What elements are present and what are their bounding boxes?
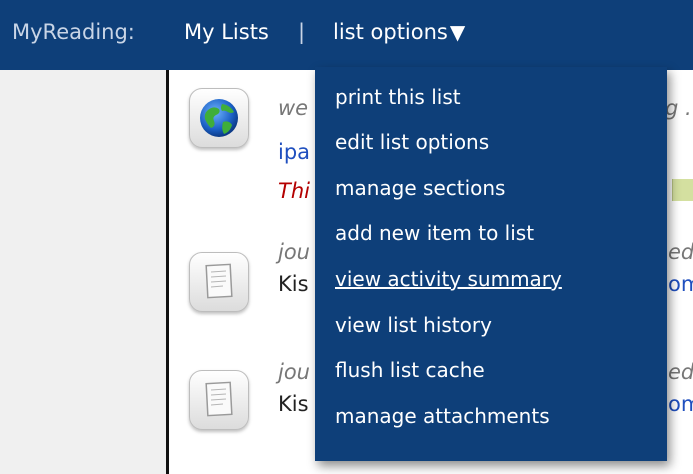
brand-label: MyReading: <box>12 20 135 44</box>
list-options-menu: print this list edit list options manage… <box>315 67 667 461</box>
item-link[interactable]: om <box>668 392 693 416</box>
item-note-text: Thi <box>278 179 310 203</box>
pencil-icon[interactable] <box>672 179 693 201</box>
menu-item-manage-sections[interactable]: manage sections <box>335 176 505 200</box>
menu-item-print-list[interactable]: print this list <box>335 85 461 109</box>
item-author-text: Kis <box>278 392 309 416</box>
nav-separator: | <box>298 20 306 44</box>
list-options-dropdown[interactable]: list options ▼ <box>333 20 465 44</box>
menu-item-view-activity-summary[interactable]: view activity summary <box>335 267 562 291</box>
item-type-text: we <box>278 96 309 120</box>
item-author-text: Kis <box>278 272 309 296</box>
item-meta-text: ed <box>668 360 693 384</box>
menu-item-add-new-item[interactable]: add new item to list <box>335 221 534 245</box>
item-type-text: jou <box>278 360 310 384</box>
list-item <box>169 466 693 474</box>
menu-item-flush-list-cache[interactable]: flush list cache <box>335 358 485 382</box>
sidebar <box>0 70 166 474</box>
document-icon[interactable] <box>189 252 249 312</box>
caret-down-icon: ▼ <box>449 20 466 44</box>
menu-item-view-list-history[interactable]: view list history <box>335 313 492 337</box>
item-meta-text: ed <box>668 240 693 264</box>
item-type-text: jou <box>278 240 310 264</box>
menu-item-manage-attachments[interactable]: manage attachments <box>335 404 550 428</box>
document-icon[interactable] <box>189 370 249 430</box>
item-meta-text: g . <box>665 96 692 120</box>
menu-item-edit-list-options[interactable]: edit list options <box>335 130 489 154</box>
my-lists-link[interactable]: My Lists <box>184 20 269 44</box>
globe-icon[interactable] <box>189 88 249 148</box>
list-options-label: list options <box>333 20 448 44</box>
top-navigation-bar: MyReading: My Lists | list options ▼ <box>0 0 693 71</box>
item-link[interactable]: om <box>668 272 693 296</box>
item-title-link[interactable]: ipa <box>278 140 310 164</box>
